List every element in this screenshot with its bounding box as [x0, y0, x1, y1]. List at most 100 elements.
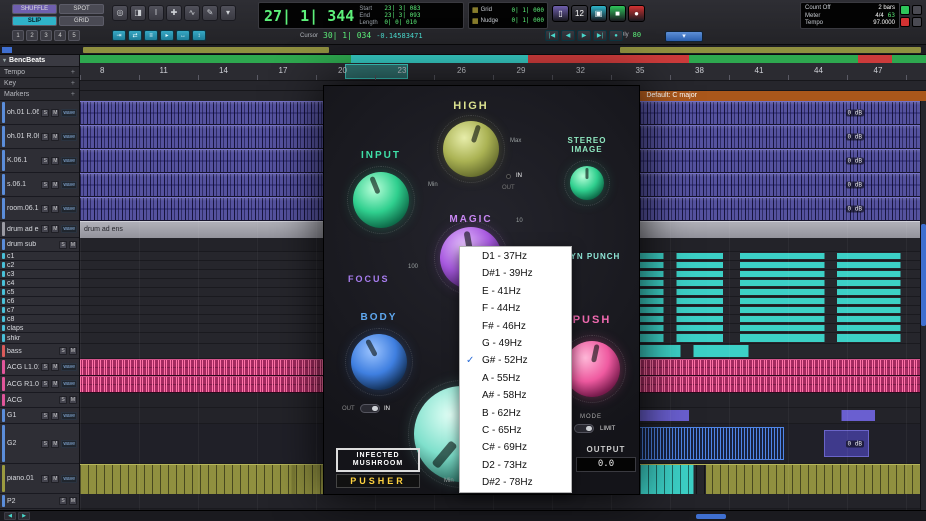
track-header[interactable]: G2 S Mwave — [0, 424, 79, 464]
frequency-option[interactable]: C - 65Hz — [460, 422, 571, 439]
zoom-preset-3[interactable]: 3 — [40, 30, 52, 41]
frequency-option[interactable]: F - 44Hz — [460, 300, 571, 317]
track-view-selector[interactable]: wave — [61, 132, 77, 141]
edit-mode-spot[interactable]: SPOT — [59, 4, 104, 14]
track-view-selector[interactable]: wave — [61, 474, 77, 483]
zoom-preset-1[interactable]: 1 — [12, 30, 24, 41]
zoom-horizontal-icon[interactable]: ↔ — [176, 30, 190, 41]
go-to-end-icon[interactable]: ▶| — [593, 30, 607, 41]
tab-to-transient-icon[interactable]: ⇥ — [112, 30, 126, 41]
zoom-vertical-icon[interactable]: ↕ — [192, 30, 206, 41]
track-header[interactable]: ACG L1.01 S Mwave — [0, 359, 79, 376]
track-header[interactable]: drum ad ensSMwave — [0, 221, 79, 238]
selection-field-value[interactable]: 23| 3| 083 — [384, 5, 420, 12]
frequency-option[interactable]: A# - 58Hz — [460, 387, 571, 404]
track-view-selector[interactable]: wave — [61, 225, 77, 233]
record-icon[interactable]: ● — [609, 30, 623, 41]
track-lane[interactable] — [80, 494, 926, 509]
link-timeline-selection-icon[interactable]: ⇄ — [128, 30, 142, 41]
track-view-dropdown[interactable]: ▾ — [665, 31, 703, 42]
solo-button[interactable]: S — [41, 380, 50, 388]
frequency-option[interactable]: C# - 69Hz — [460, 439, 571, 456]
play-button[interactable]: ■ — [609, 5, 626, 22]
track-header[interactable]: K.06.1 S Mwave — [0, 149, 79, 173]
frequency-option[interactable]: D1 - 37Hz — [460, 248, 571, 265]
session-row-value[interactable]: 97.0000 — [873, 20, 895, 26]
scrubber-tool-icon[interactable]: ∿ — [184, 5, 200, 21]
track-header[interactable]: drum sub S M — [0, 238, 79, 252]
track-view-selector[interactable]: wave — [61, 411, 77, 420]
solo-button[interactable]: S — [41, 204, 50, 213]
mute-button[interactable]: M — [51, 132, 60, 141]
grid-value[interactable]: 0| 1| 000 — [511, 7, 544, 14]
track-header[interactable]: P2 S M — [0, 494, 79, 509]
mute-button[interactable]: M — [69, 347, 77, 355]
ruler-item-key[interactable]: Key + — [0, 78, 79, 89]
bars-beats-ruler[interactable]: 8 11 14 17 20 23 26 29 32 35 38 41 44 47 — [80, 63, 926, 81]
solo-button[interactable]: S — [41, 439, 50, 448]
input-knob[interactable] — [347, 166, 415, 234]
mute-button[interactable]: M — [51, 474, 60, 483]
track-header[interactable]: c2 — [0, 261, 79, 270]
solo-button[interactable]: S — [59, 347, 67, 355]
frequency-option[interactable]: F# - 46Hz — [460, 318, 571, 335]
mute-button[interactable]: M — [69, 396, 77, 404]
track-header[interactable]: G1 S Mwave — [0, 408, 79, 424]
solo-button[interactable]: S — [41, 108, 50, 117]
green-status-button[interactable] — [900, 5, 910, 15]
gray-option-button[interactable] — [912, 5, 922, 15]
track-view-selector[interactable]: wave — [61, 180, 77, 189]
track-header[interactable]: ACG R1.01 S Mwave — [0, 376, 79, 393]
session-row-value[interactable]: 4/4 — [875, 13, 883, 19]
frequency-option[interactable]: E - 41Hz — [460, 283, 571, 300]
grabber-tool-icon[interactable]: ✚ — [166, 5, 182, 21]
track-header[interactable]: claps — [0, 324, 79, 333]
ruler-item-tempo[interactable]: Tempo + — [0, 67, 79, 78]
zoom-preset-2[interactable]: 2 — [26, 30, 38, 41]
frequency-option[interactable]: B - 62Hz — [460, 405, 571, 422]
track-view-selector[interactable]: wave — [61, 380, 77, 388]
track-view-selector[interactable]: wave — [61, 439, 77, 448]
track-header[interactable]: c4 — [0, 279, 79, 288]
track-header[interactable]: c1 — [0, 252, 79, 261]
red-status-button[interactable] — [900, 17, 910, 27]
frequency-option[interactable]: G - 49Hz — [460, 335, 571, 352]
add-icon[interactable]: + — [71, 69, 75, 76]
mute-button[interactable]: M — [69, 497, 77, 505]
solo-button[interactable]: S — [41, 225, 50, 233]
midi-merge-button[interactable]: ▣ — [590, 5, 607, 22]
track-header[interactable]: piano.01 S Mwave — [0, 464, 79, 494]
horizontal-scroll-thumb[interactable] — [696, 514, 726, 519]
edit-mode-shuffle[interactable]: SHUFFLE — [12, 4, 57, 14]
nudge-value[interactable]: 0| 1| 000 — [511, 17, 544, 24]
session-name-header[interactable]: ▾ BencBeats — [0, 55, 79, 67]
main-counter[interactable]: 27| 1| 344 — [259, 7, 359, 25]
mute-button[interactable]: M — [51, 204, 60, 213]
solo-button[interactable]: S — [59, 497, 67, 505]
frequency-option[interactable]: ✓ G# - 52Hz — [460, 352, 571, 369]
pencil-tool-icon[interactable]: ✎ — [202, 5, 218, 21]
solo-button[interactable]: S — [41, 156, 50, 165]
high-knob[interactable] — [437, 115, 505, 183]
play-icon[interactable]: ▶ — [577, 30, 591, 41]
zoom-preset-5[interactable]: 5 — [68, 30, 80, 41]
add-icon[interactable]: + — [71, 80, 75, 87]
solo-button[interactable]: S — [41, 411, 50, 420]
track-header[interactable]: c3 — [0, 270, 79, 279]
scroll-right-icon[interactable]: ▶ — [18, 512, 30, 520]
body-io-toggle[interactable] — [360, 404, 380, 413]
mute-button[interactable]: M — [51, 363, 60, 371]
solo-button[interactable]: S — [59, 396, 67, 404]
track-header[interactable]: c8 — [0, 315, 79, 324]
frequency-option[interactable]: D2 - 73Hz — [460, 457, 571, 474]
mute-button[interactable]: M — [51, 225, 60, 233]
vertical-scroll-thumb[interactable] — [921, 223, 926, 326]
track-header[interactable]: oh.01 L.06.1SMwave — [0, 101, 79, 125]
mute-button[interactable]: M — [51, 380, 60, 388]
edit-mode-slip[interactable]: SLIP — [12, 16, 57, 26]
vertical-scrollbar[interactable] — [920, 101, 926, 510]
push-knob[interactable] — [558, 335, 626, 403]
solo-button[interactable]: S — [41, 363, 50, 371]
selection-field-value[interactable]: 23| 3| 093 — [384, 12, 420, 19]
overview-strip[interactable] — [0, 45, 926, 55]
